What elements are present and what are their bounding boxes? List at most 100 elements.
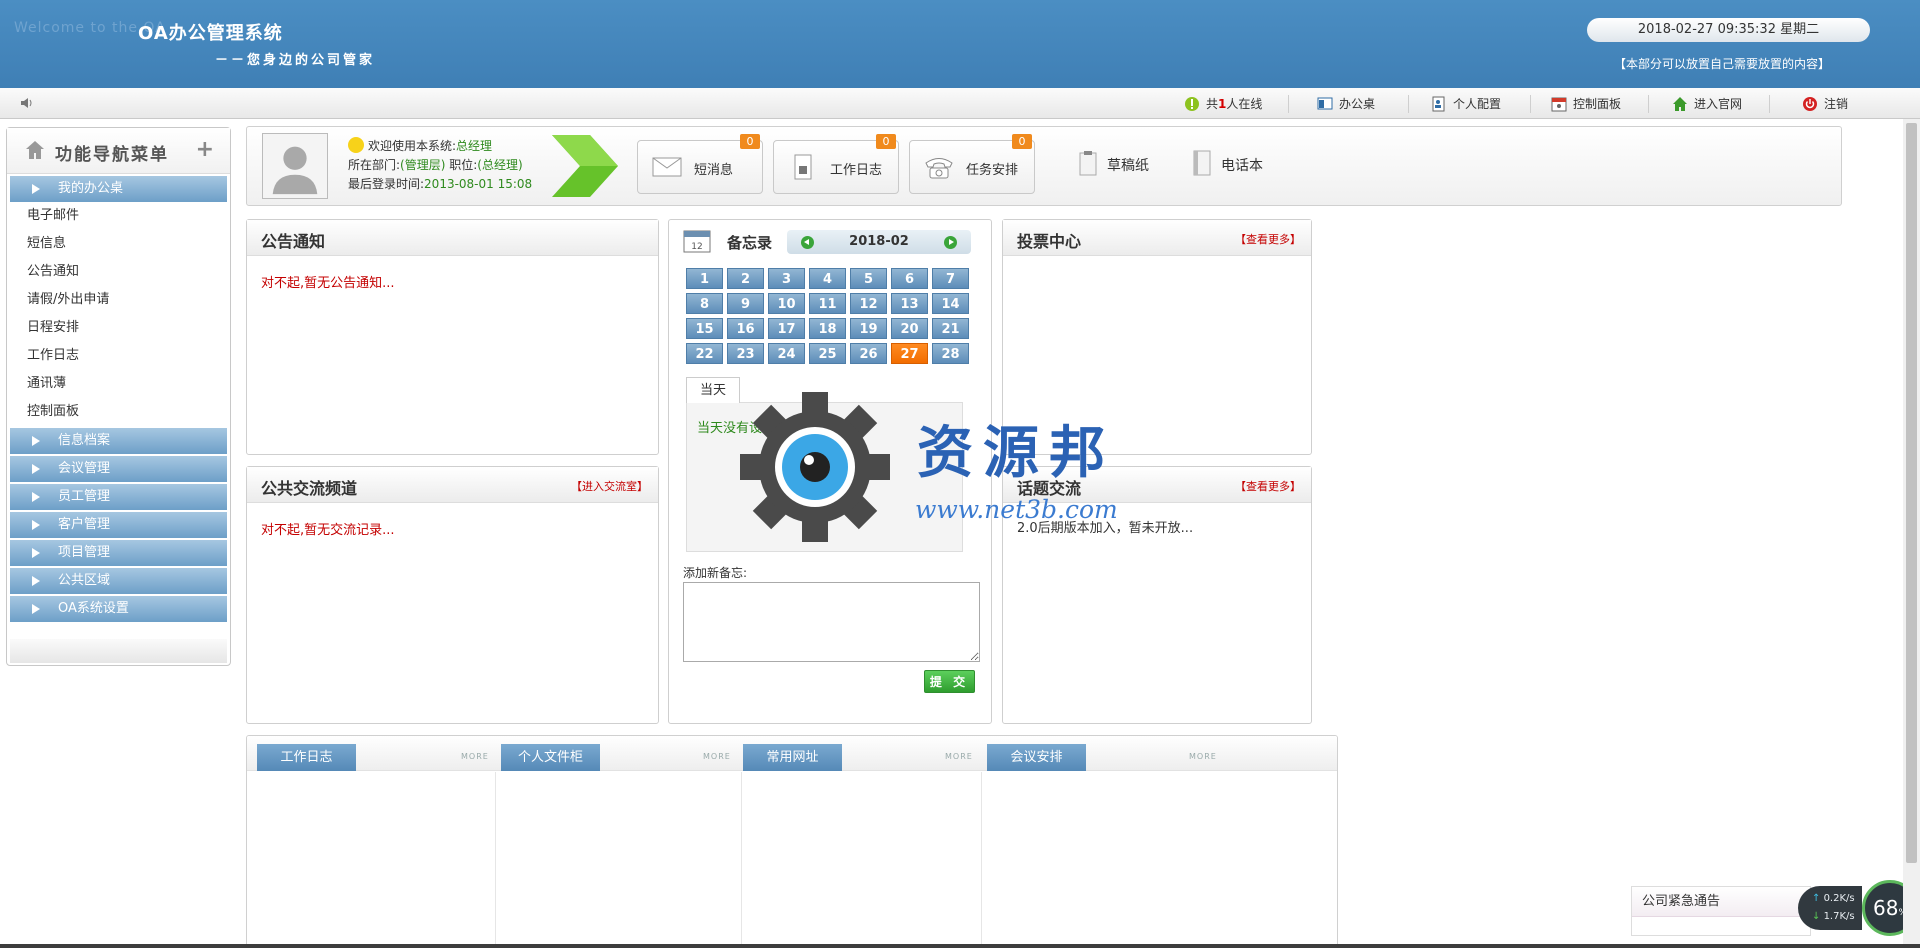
calendar-day[interactable]: 6 bbox=[891, 268, 928, 289]
calendar-day[interactable]: 23 bbox=[727, 343, 764, 364]
calendar-day[interactable]: 13 bbox=[891, 293, 928, 314]
topic-panel-header: 话题交流 【查看更多】 bbox=[1003, 467, 1311, 503]
quick-worklog-button[interactable]: 工作日志 0 bbox=[773, 134, 899, 194]
next-month-icon[interactable] bbox=[944, 236, 957, 249]
sidebar: 功能导航菜单 + 我的办公桌 电子邮件 短信息 公告通知 请假/外出申请 日程安… bbox=[6, 127, 231, 666]
tab-worklog[interactable]: 工作日志 bbox=[257, 744, 356, 771]
vote-more-link[interactable]: 【查看更多】 bbox=[1235, 231, 1301, 247]
quick-task-label: 任务安排 bbox=[966, 163, 1019, 178]
sidebar-header: 功能导航菜单 + bbox=[7, 128, 230, 174]
smile-icon bbox=[348, 137, 364, 153]
sidebar-link-worklog[interactable]: 工作日志 bbox=[7, 342, 230, 370]
calendar-day[interactable]: 24 bbox=[768, 343, 805, 364]
sidebar-link-sms[interactable]: 短信息 bbox=[7, 230, 230, 258]
user-config-icon bbox=[1432, 96, 1445, 112]
sidebar-link-contacts[interactable]: 通讯薄 bbox=[7, 370, 230, 398]
toolbar-official-site[interactable]: 进入官网 bbox=[1672, 95, 1742, 113]
calendar-day[interactable]: 21 bbox=[932, 318, 969, 339]
sidebar-category-archive[interactable]: 信息档案 bbox=[10, 428, 227, 454]
sidebar-category-label: 我的办公桌 bbox=[58, 181, 124, 196]
sidebar-link-schedule[interactable]: 日程安排 bbox=[7, 314, 230, 342]
calendar-day[interactable]: 10 bbox=[768, 293, 805, 314]
calendar-day[interactable]: 2 bbox=[727, 268, 764, 289]
calendar-day[interactable]: 28 bbox=[932, 343, 969, 364]
quick-task-button[interactable]: 任务安排 0 bbox=[909, 134, 1035, 194]
toolbar-desk[interactable]: 办公桌 bbox=[1317, 95, 1375, 113]
triangle-right-icon bbox=[32, 604, 40, 614]
sidebar-category-settings[interactable]: OA系统设置 bbox=[10, 596, 227, 622]
memo-input[interactable] bbox=[683, 582, 980, 662]
triangle-right-icon bbox=[32, 520, 40, 530]
quick-draft-link[interactable]: 草稿纸 bbox=[1077, 151, 1149, 176]
calendar-grid: 1 2 3 4 5 6 7 8 9 10 11 12 13 14 15 16 17 18 19 20 21 22 23 24 2… bbox=[686, 268, 976, 368]
file-cabinet-more-link[interactable]: MORE bbox=[703, 752, 731, 761]
online-icon bbox=[1185, 97, 1199, 111]
quick-draft-label: 草稿纸 bbox=[1107, 158, 1149, 174]
toolbar-logout[interactable]: 注销 bbox=[1802, 95, 1848, 113]
tab-today[interactable]: 当天 bbox=[686, 377, 740, 403]
calendar-day[interactable]: 12 bbox=[850, 293, 887, 314]
exchange-panel-header: 公共交流频道 【进入交流室】 bbox=[247, 467, 658, 503]
calendar-day[interactable]: 25 bbox=[809, 343, 846, 364]
network-speed-widget[interactable]: 0.2K/s 1.7K/s bbox=[1798, 886, 1862, 930]
calendar-day[interactable]: 8 bbox=[686, 293, 723, 314]
calendar-day[interactable]: 14 bbox=[932, 293, 969, 314]
meetings-more-link[interactable]: MORE bbox=[1189, 752, 1217, 761]
toolbar-user-config[interactable]: 个人配置 bbox=[1431, 95, 1501, 113]
topic-more-link[interactable]: 【查看更多】 bbox=[1235, 478, 1301, 494]
calendar-day[interactable]: 4 bbox=[809, 268, 846, 289]
column-divider bbox=[981, 772, 982, 947]
calendar-day[interactable]: 7 bbox=[932, 268, 969, 289]
speaker-icon[interactable] bbox=[20, 96, 34, 110]
calendar-day[interactable]: 16 bbox=[727, 318, 764, 339]
toolbar-divider bbox=[1408, 95, 1409, 113]
column-divider bbox=[495, 772, 496, 947]
quick-sms-button[interactable]: 短消息 0 bbox=[637, 134, 763, 194]
svg-text:12: 12 bbox=[691, 242, 702, 252]
page-scrollbar[interactable] bbox=[1903, 119, 1920, 948]
calendar-day[interactable]: 19 bbox=[850, 318, 887, 339]
sidebar-category-customer[interactable]: 客户管理 bbox=[10, 512, 227, 538]
quick-worklog-label: 工作日志 bbox=[830, 163, 883, 178]
calendar-day[interactable]: 11 bbox=[809, 293, 846, 314]
calendar-day[interactable]: 15 bbox=[686, 318, 723, 339]
sidebar-link-notice[interactable]: 公告通知 bbox=[7, 258, 230, 286]
exchange-enter-link[interactable]: 【进入交流室】 bbox=[571, 478, 648, 494]
sidebar-category-staff[interactable]: 员工管理 bbox=[10, 484, 227, 510]
calendar-day[interactable]: 9 bbox=[727, 293, 764, 314]
sidebar-link-email[interactable]: 电子邮件 bbox=[7, 202, 230, 230]
prev-month-icon[interactable] bbox=[801, 236, 814, 249]
triangle-right-icon bbox=[32, 464, 40, 474]
calendar-day[interactable]: 20 bbox=[891, 318, 928, 339]
tab-common-urls[interactable]: 常用网址 bbox=[743, 744, 842, 771]
position-prefix: 职位: bbox=[449, 158, 478, 172]
calendar-day[interactable]: 3 bbox=[768, 268, 805, 289]
calendar-day-today[interactable]: 27 bbox=[891, 343, 928, 364]
calendar-day[interactable]: 18 bbox=[809, 318, 846, 339]
worklog-more-link[interactable]: MORE bbox=[461, 752, 489, 761]
calendar-day[interactable]: 22 bbox=[686, 343, 723, 364]
sidebar-category-project[interactable]: 项目管理 bbox=[10, 540, 227, 566]
last-login-time: 2013-08-01 15:08 bbox=[424, 177, 533, 191]
exchange-panel-title: 公共交流频道 bbox=[261, 479, 358, 498]
scrollbar-thumb[interactable] bbox=[1906, 123, 1917, 863]
avatar[interactable] bbox=[262, 133, 328, 199]
sidebar-category-my-desk[interactable]: 我的办公桌 bbox=[10, 176, 227, 202]
sidebar-category-public[interactable]: 公共区域 bbox=[10, 568, 227, 594]
calendar-day[interactable]: 17 bbox=[768, 318, 805, 339]
calendar-day[interactable]: 5 bbox=[850, 268, 887, 289]
toolbar-control-panel[interactable]: 控制面板 bbox=[1551, 95, 1621, 113]
quick-phonebook-link[interactable]: 电话本 bbox=[1191, 150, 1263, 176]
plus-icon[interactable]: + bbox=[196, 137, 214, 162]
tab-file-cabinet[interactable]: 个人文件柜 bbox=[501, 744, 600, 771]
network-usage-value: 68 bbox=[1872, 896, 1899, 920]
sidebar-category-label: 会议管理 bbox=[58, 461, 111, 476]
calendar-day[interactable]: 1 bbox=[686, 268, 723, 289]
sidebar-category-meeting[interactable]: 会议管理 bbox=[10, 456, 227, 482]
common-urls-more-link[interactable]: MORE bbox=[945, 752, 973, 761]
sidebar-link-leave[interactable]: 请假/外出申请 bbox=[7, 286, 230, 314]
tab-meetings[interactable]: 会议安排 bbox=[987, 744, 1086, 771]
calendar-day[interactable]: 26 bbox=[850, 343, 887, 364]
sidebar-link-control-panel[interactable]: 控制面板 bbox=[7, 398, 230, 426]
memo-submit-button[interactable]: 提 交 bbox=[924, 670, 975, 693]
